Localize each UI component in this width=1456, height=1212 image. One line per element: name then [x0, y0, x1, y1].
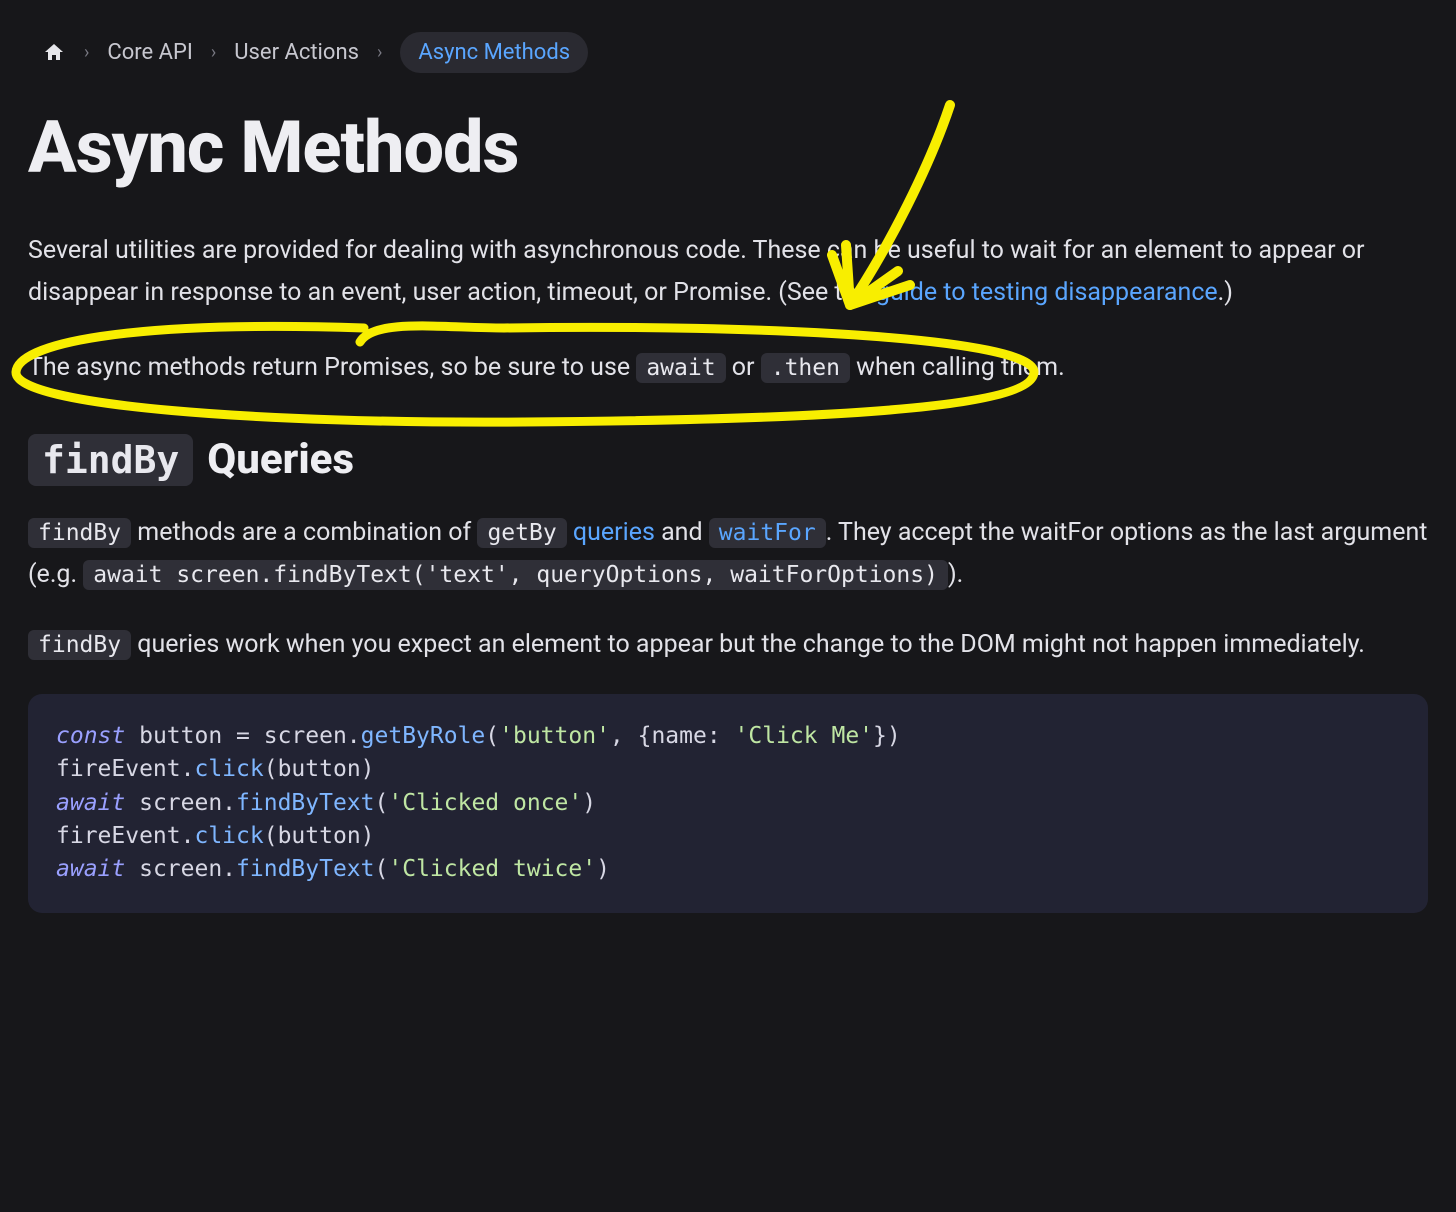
chevron-right-icon: ›: [211, 42, 216, 63]
tok: findByText: [236, 856, 374, 882]
tok: 'Clicked twice': [388, 856, 596, 882]
breadcrumb-item-core-api[interactable]: Core API: [107, 40, 192, 65]
code-example-call: await screen.findByText('text', queryOpt…: [83, 560, 948, 590]
home-icon[interactable]: [42, 41, 66, 65]
tok: fireEvent.: [56, 823, 194, 849]
para-findby-usage: findBy queries work when you expect an e…: [28, 624, 1428, 666]
callout-mid: or: [732, 353, 761, 382]
scrollbar[interactable]: [1444, 0, 1454, 1212]
text: ).: [948, 560, 963, 589]
chevron-right-icon: ›: [377, 42, 382, 63]
tok: , {name:: [610, 723, 735, 749]
tok: 'button': [499, 723, 610, 749]
text: and: [655, 518, 709, 547]
tok: ): [596, 856, 610, 882]
tok: ): [582, 790, 596, 816]
breadcrumb-current: Async Methods: [400, 32, 588, 73]
code-waitfor[interactable]: waitFor: [709, 518, 826, 548]
tok: button = screen.: [125, 723, 360, 749]
para-findby-combination: findBy methods are a combination of getB…: [28, 512, 1428, 596]
tok: (button): [264, 756, 375, 782]
tok: findByText: [236, 790, 374, 816]
tok: 'Click Me': [735, 723, 873, 749]
tok: (: [375, 856, 389, 882]
guide-link[interactable]: guide to testing disappearance: [876, 278, 1218, 307]
tok: (: [375, 790, 389, 816]
code-getby: getBy: [477, 518, 566, 548]
code-findby: findBy: [28, 518, 131, 548]
callout: The async methods return Promises, so be…: [28, 342, 1428, 394]
heading-word-queries: Queries: [207, 435, 354, 484]
heading-code-findby: findBy: [28, 434, 193, 486]
code-block-example: const button = screen.getByRole('button'…: [28, 694, 1428, 913]
tok: (button): [264, 823, 375, 849]
breadcrumb: › Core API › User Actions › Async Method…: [28, 24, 1428, 97]
intro-text-end: .): [1218, 278, 1233, 307]
tok: click: [194, 823, 263, 849]
tok: }): [873, 723, 901, 749]
code-await: await: [636, 353, 725, 383]
callout-text: The async methods return Promises, so be…: [28, 342, 1428, 394]
tok: screen.: [125, 856, 236, 882]
code-findby: findBy: [28, 630, 131, 660]
breadcrumb-item-user-actions[interactable]: User Actions: [234, 40, 359, 65]
tok: await: [56, 856, 125, 882]
intro-paragraph: Several utilities are provided for deali…: [28, 230, 1428, 314]
page-title: Async Methods: [28, 105, 1428, 190]
tok: 'Clicked once': [388, 790, 582, 816]
tok: await: [56, 790, 125, 816]
tok: getByRole: [361, 723, 486, 749]
chevron-right-icon: ›: [84, 42, 89, 63]
tok: const: [56, 723, 125, 749]
tok: click: [194, 756, 263, 782]
callout-pre: The async methods return Promises, so be…: [28, 353, 636, 382]
tok: screen.: [125, 790, 236, 816]
text: queries work when you expect an element …: [131, 630, 1365, 659]
queries-link[interactable]: queries: [573, 518, 655, 547]
tok: fireEvent.: [56, 756, 194, 782]
code-then: .then: [761, 353, 850, 383]
text: methods are a combination of: [131, 518, 477, 547]
tok: (: [485, 723, 499, 749]
callout-post: when calling them.: [856, 353, 1065, 382]
section-heading-findby-queries: findBy Queries: [28, 434, 1428, 486]
